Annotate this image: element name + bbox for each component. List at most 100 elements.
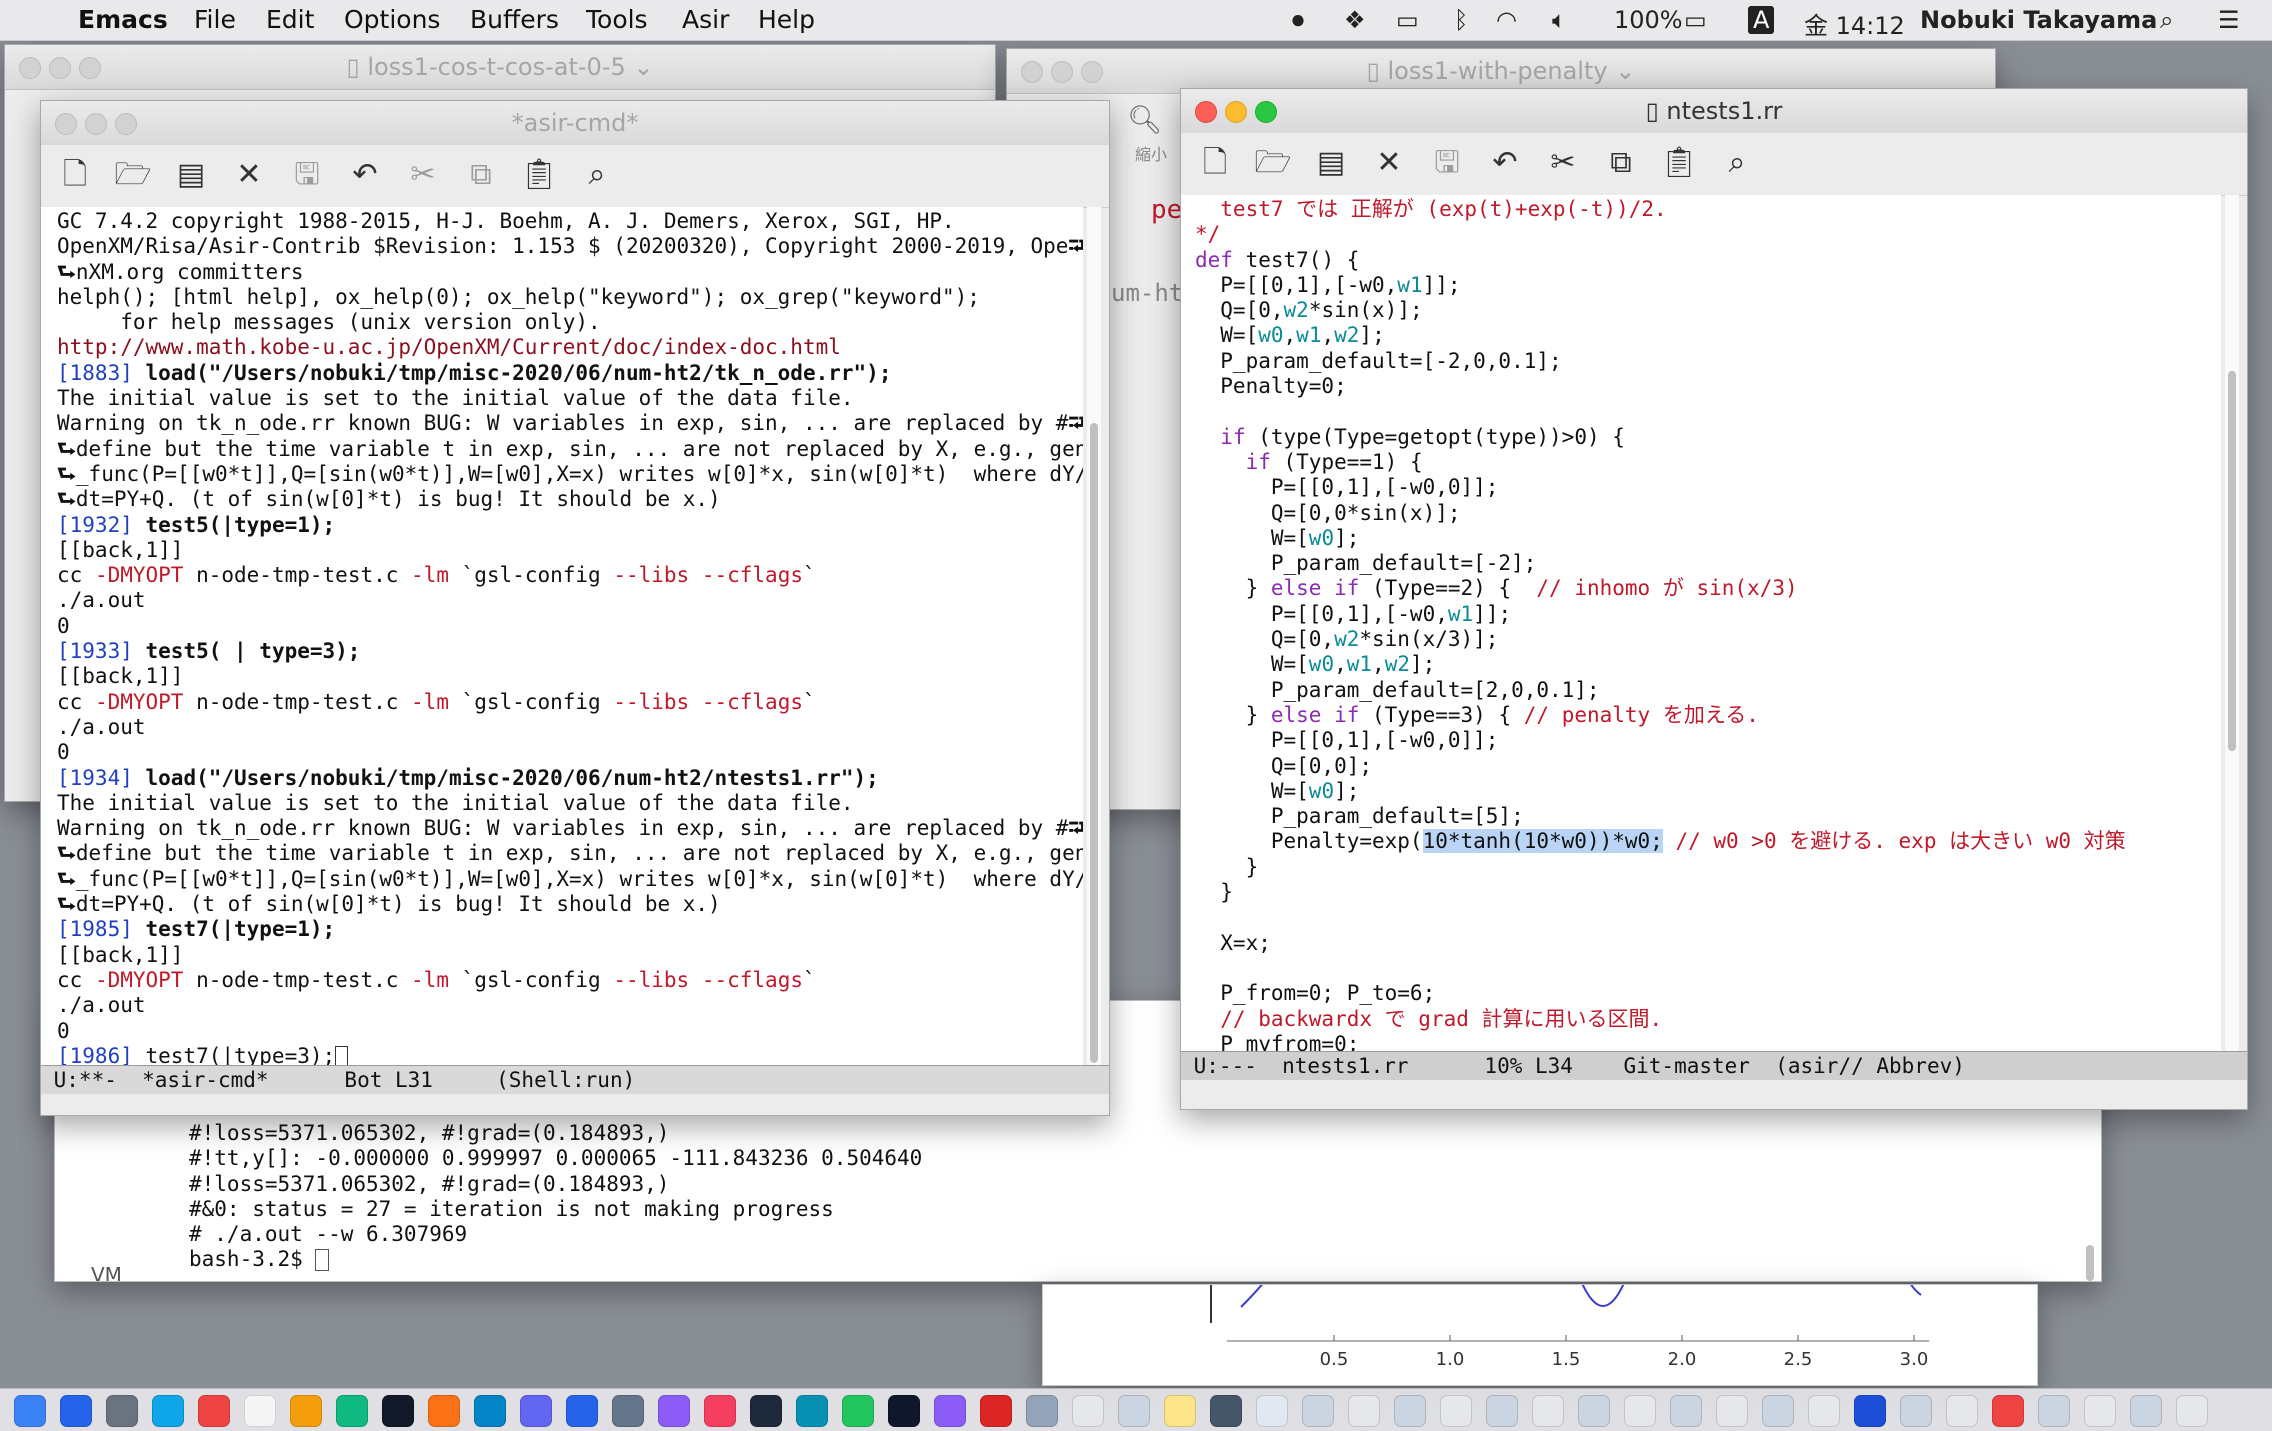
buffer-line[interactable]: Q=[0,0]; xyxy=(1195,754,2221,779)
dock-app-icon[interactable] xyxy=(1578,1395,1610,1427)
scrollbar-thumb[interactable] xyxy=(2228,371,2236,751)
asir-scrollbar[interactable] xyxy=(1087,207,1101,1073)
display-icon[interactable]: ▭ xyxy=(1396,6,1419,34)
titlebar[interactable]: *asir-cmd* xyxy=(41,101,1109,146)
buffer-line[interactable]: } xyxy=(1195,880,2221,905)
menu-help[interactable]: Help xyxy=(758,5,815,34)
dock-app-icon[interactable] xyxy=(428,1395,460,1427)
buffer-line[interactable]: } xyxy=(1195,855,2221,880)
dock-app-icon[interactable] xyxy=(566,1395,598,1427)
buffer-line[interactable]: [1883] load("/Users/nobuki/tmp/misc-2020… xyxy=(57,361,1083,386)
buffer-line[interactable]: X=x; xyxy=(1195,931,2221,956)
user-name[interactable]: Nobuki Takayama xyxy=(1920,6,2157,34)
dock-app-icon[interactable] xyxy=(1026,1395,1058,1427)
buffer-line[interactable]: ⮑dt=PY+Q. (t of sin(w[0]*t) is bug! It s… xyxy=(57,487,1083,512)
buffer-line[interactable]: Warning on tk_n_ode.rr known BUG: W vari… xyxy=(57,816,1083,841)
dock-app-icon[interactable] xyxy=(1946,1395,1978,1427)
battery-icon[interactable]: ▭ xyxy=(1684,6,1707,34)
buffer-line[interactable]: ⮑_func(P=[[w0*t]],Q=[sin(w0*t)],W=[w0],X… xyxy=(57,867,1083,892)
buffer-line[interactable]: Penalty=0; xyxy=(1195,374,2221,399)
input-source-icon[interactable]: A xyxy=(1748,6,1775,34)
titlebar[interactable]: ▯ ntests1.rr xyxy=(1181,89,2247,134)
copy-icon[interactable]: ⧉ xyxy=(1601,143,1641,183)
buffer-line[interactable]: test7 では 正解が (exp(t)+exp(-t))/2. xyxy=(1195,197,2221,222)
buffer-line[interactable]: 0 xyxy=(57,740,1083,765)
buffer-line[interactable]: P=[[0,1],[-w0,w1]]; xyxy=(1195,602,2221,627)
new-file-icon[interactable]: 🗋 xyxy=(55,155,95,195)
buffer-line[interactable]: ./a.out xyxy=(57,588,1083,613)
buffer-line[interactable]: W=[w0,w1,w2]; xyxy=(1195,652,2221,677)
dock-app-icon[interactable] xyxy=(888,1395,920,1427)
new-file-icon[interactable]: 🗋 xyxy=(1195,143,1235,183)
dock-app-icon[interactable] xyxy=(1164,1395,1196,1427)
dock-app-icon[interactable] xyxy=(1854,1395,1886,1427)
buffer-line[interactable]: cc -DMYOPT n-ode-tmp-test.c -lm `gsl-con… xyxy=(57,690,1083,715)
buffer-line[interactable]: [[back,1]] xyxy=(57,538,1083,563)
buffer-line[interactable]: [1934] load("/Users/nobuki/tmp/misc-2020… xyxy=(57,766,1083,791)
dired-icon[interactable]: ▤ xyxy=(1311,143,1351,183)
dock-app-icon[interactable] xyxy=(2038,1395,2070,1427)
plot-window[interactable]: 0.5 1.0 1.5 2.0 2.5 3.0 xyxy=(1042,1284,2038,1386)
buffer-line[interactable]: Q=[0,0*sin(x)]; xyxy=(1195,501,2221,526)
dock-app-icon[interactable] xyxy=(658,1395,690,1427)
dock-app-icon[interactable] xyxy=(1348,1395,1380,1427)
ntests-window[interactable]: ▯ ntests1.rr 🗋 🗁 ▤ ✕ 🖫 ↶ ✂ ⧉ 📋︎ ⌕ test7 … xyxy=(1180,88,2248,1110)
battery-percent[interactable]: 100% xyxy=(1614,6,1683,34)
buffer-line[interactable]: [1932] test5(|type=1); xyxy=(57,513,1083,538)
buffer-line[interactable]: P=[[0,1],[-w0,0]]; xyxy=(1195,728,2221,753)
dock-app-icon[interactable] xyxy=(1808,1395,1840,1427)
buffer-line[interactable]: helph(); [html help], ox_help(0); ox_hel… xyxy=(57,285,1083,310)
buffer-line[interactable]: The initial value is set to the initial … xyxy=(57,386,1083,411)
dock-app-icon[interactable] xyxy=(2084,1395,2116,1427)
buffer-line[interactable]: ./a.out xyxy=(57,993,1083,1018)
buffer-line[interactable]: Q=[0,w2*sin(x/3)]; xyxy=(1195,627,2221,652)
dock-app-icon[interactable] xyxy=(1394,1395,1426,1427)
search-icon[interactable]: ⌕ xyxy=(1717,143,1757,183)
paste-icon[interactable]: 📋︎ xyxy=(519,155,559,195)
buffer-line[interactable]: Q=[0,w2*sin(x)]; xyxy=(1195,298,2221,323)
dock-app-icon[interactable] xyxy=(2176,1395,2208,1427)
dock-app-icon[interactable] xyxy=(796,1395,828,1427)
dock-app-icon[interactable] xyxy=(520,1395,552,1427)
dock-app-icon[interactable] xyxy=(934,1395,966,1427)
menu-tools[interactable]: Tools xyxy=(586,5,648,34)
app-menu[interactable]: Emacs xyxy=(78,5,168,34)
paste-icon[interactable]: 📋︎ xyxy=(1659,143,1699,183)
close-buffer-icon[interactable]: ✕ xyxy=(229,155,269,195)
dock-app-icon[interactable] xyxy=(1762,1395,1794,1427)
titlebar[interactable]: ▯ loss1-cos-t-cos-at-0-5 ⌄ xyxy=(5,45,995,90)
buffer-line[interactable]: P_from=0; P_to=6; xyxy=(1195,981,2221,1006)
dropbox-icon[interactable]: ❖ xyxy=(1344,6,1366,34)
buffer-line[interactable]: W=[w0,w1,w2]; xyxy=(1195,323,2221,348)
buffer-line[interactable]: */ xyxy=(1195,222,2221,247)
dock-app-icon[interactable] xyxy=(1440,1395,1472,1427)
dock-app-icon[interactable] xyxy=(382,1395,414,1427)
undo-icon[interactable]: ↶ xyxy=(1485,143,1525,183)
dock-app-icon[interactable] xyxy=(1900,1395,1932,1427)
dock-app-icon[interactable] xyxy=(152,1395,184,1427)
buffer-line[interactable] xyxy=(1195,399,2221,424)
buffer-line[interactable]: W=[w0]; xyxy=(1195,526,2221,551)
menu-edit[interactable]: Edit xyxy=(266,5,314,34)
terminal-scrollbar[interactable] xyxy=(2083,1121,2097,1281)
buffer-line[interactable]: P=[[0,1],[-w0,w1]]; xyxy=(1195,273,2221,298)
cut-icon[interactable]: ✂ xyxy=(403,155,443,195)
copy-icon[interactable]: ⧉ xyxy=(461,155,501,195)
menu-buffers[interactable]: Buffers xyxy=(470,5,559,34)
buffer-line[interactable]: OpenXM/Risa/Asir-Contrib $Revision: 1.15… xyxy=(57,234,1083,259)
clock[interactable]: 金 14:12 xyxy=(1804,6,1905,41)
scrollbar-thumb[interactable] xyxy=(1090,423,1098,1063)
dock-app-icon[interactable] xyxy=(106,1395,138,1427)
dock-app-icon[interactable] xyxy=(980,1395,1012,1427)
buffer-line[interactable]: http://www.math.kobe-u.ac.jp/OpenXM/Curr… xyxy=(57,335,1083,360)
open-folder-icon[interactable]: 🗁 xyxy=(113,155,153,195)
dock-app-icon[interactable] xyxy=(842,1395,874,1427)
open-folder-icon[interactable]: 🗁 xyxy=(1253,143,1293,183)
dock-app-icon[interactable] xyxy=(612,1395,644,1427)
dock-app-icon[interactable] xyxy=(244,1395,276,1427)
asir-cmd-window[interactable]: *asir-cmd* 🗋 🗁 ▤ ✕ 🖫 ↶ ✂ ⧉ 📋︎ ⌕ GC 7.4.2… xyxy=(40,100,1110,1116)
buffer-line[interactable]: ⮑define but the time variable t in exp, … xyxy=(57,841,1083,866)
buffer-line[interactable]: } else if (Type==2) { // inhomo が sin(x/… xyxy=(1195,576,2221,601)
buffer-line[interactable]: Warning on tk_n_ode.rr known BUG: W vari… xyxy=(57,411,1083,436)
buffer-line[interactable]: [1985] test7(|type=1); xyxy=(57,917,1083,942)
